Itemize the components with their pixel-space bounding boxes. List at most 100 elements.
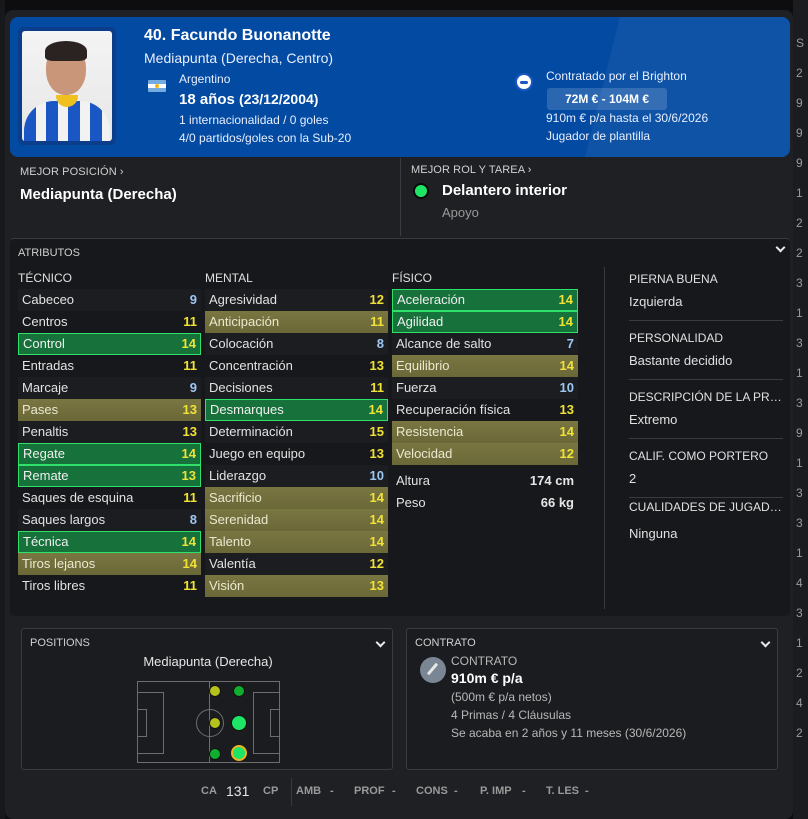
attribute-row-technical[interactable]: Técnica 14 bbox=[18, 531, 201, 553]
argentina-flag-icon[interactable] bbox=[148, 80, 166, 92]
attribute-name: Remate bbox=[23, 468, 69, 483]
attribute-row-mental[interactable]: Colocación 8 bbox=[205, 333, 388, 355]
role-suitability-icon bbox=[413, 183, 429, 199]
attribute-row-technical[interactable]: Regate 14 bbox=[18, 443, 201, 465]
age-value: 18 años bbox=[179, 91, 235, 108]
player-info-column: PIERNA BUENA Izquierda PERSONALIDAD Bastan… bbox=[604, 267, 786, 609]
attribute-row-physical[interactable]: Recuperación física 13 bbox=[392, 399, 578, 421]
attribute-row-technical[interactable]: Pases 13 bbox=[18, 399, 201, 421]
position-dot-mc[interactable] bbox=[209, 717, 221, 729]
position-dot-amc[interactable] bbox=[231, 715, 247, 731]
attribute-row-technical[interactable]: Penaltis 13 bbox=[18, 421, 201, 443]
background-list-number: 1 bbox=[796, 546, 803, 560]
background-list-number: 1 bbox=[796, 636, 803, 650]
attribute-row-technical[interactable]: Entradas 11 bbox=[18, 355, 201, 377]
position-dot-amr[interactable] bbox=[233, 685, 245, 697]
attribute-row-mental[interactable]: Visión 13 bbox=[205, 575, 388, 597]
attribute-row-mental[interactable]: Anticipación 11 bbox=[205, 311, 388, 333]
background-list-number: 2 bbox=[796, 246, 803, 260]
attribute-name: Penaltis bbox=[22, 424, 69, 439]
attribute-name: Serenidad bbox=[209, 512, 269, 527]
attribute-value: 13 bbox=[559, 402, 574, 417]
info-label: PERSONALIDAD bbox=[629, 331, 724, 345]
player-name: 40. Facundo Buonanotte bbox=[144, 27, 331, 44]
attribute-name: Aceleración bbox=[397, 292, 465, 307]
height-row: Altura 174 cm bbox=[392, 470, 578, 492]
mental-column: MENTAL Agresividad 12 Anticipación 11 Coloca… bbox=[205, 269, 388, 597]
attribute-value: 14 bbox=[182, 556, 197, 571]
attribute-name: Agilidad bbox=[397, 314, 444, 329]
info-value: Ninguna bbox=[629, 526, 678, 541]
attribute-name: Agresividad bbox=[209, 292, 277, 307]
attribute-row-mental[interactable]: Agresividad 12 bbox=[205, 289, 388, 311]
info-personality: PERSONALIDAD Bastante decidido bbox=[629, 331, 783, 368]
best-role-link[interactable]: MEJOR ROL Y TAREA › bbox=[411, 164, 532, 176]
attribute-row-physical[interactable]: Resistencia 14 bbox=[392, 421, 578, 443]
attribute-row-technical[interactable]: Remate 13 bbox=[18, 465, 201, 487]
tles-label: T. LES bbox=[546, 785, 580, 797]
chevron-down-icon[interactable] bbox=[376, 639, 386, 649]
attribute-name: Resistencia bbox=[396, 424, 464, 439]
background-list-number: 1 bbox=[796, 366, 803, 380]
attribute-value: 11 bbox=[183, 490, 197, 505]
attribute-row-technical[interactable]: Cabeceo 9 bbox=[18, 289, 201, 311]
attribute-value: 14 bbox=[559, 424, 574, 439]
attribute-value: 15 bbox=[369, 424, 384, 439]
edit-pencil-icon[interactable] bbox=[420, 657, 446, 683]
attribute-row-physical[interactable]: Equilibrio 14 bbox=[392, 355, 578, 377]
youth-caps: 4/0 partidos/goles con la Sub-20 bbox=[179, 131, 352, 145]
background-list-number: 3 bbox=[796, 606, 803, 620]
position-dot-mr[interactable] bbox=[209, 685, 221, 697]
attribute-row-technical[interactable]: Saques de esquina 11 bbox=[18, 487, 201, 509]
attribute-row-mental[interactable]: Liderazgo 10 bbox=[205, 465, 388, 487]
attribute-value: 13 bbox=[182, 424, 197, 439]
technical-header: TÉCNICO bbox=[18, 271, 72, 285]
footer-stats-bar: CA 131 CP AMB - PROF - CONS - P. IMP - T… bbox=[5, 775, 793, 809]
position-dot-aml-selected[interactable] bbox=[231, 745, 247, 761]
nationality[interactable]: Argentino bbox=[179, 72, 230, 86]
chevron-down-icon[interactable] bbox=[776, 244, 786, 254]
chevron-down-icon[interactable] bbox=[761, 639, 771, 649]
attribute-row-technical[interactable]: Tiros libres 11 bbox=[18, 575, 201, 597]
info-value: 2 bbox=[629, 471, 637, 486]
attributes-panel: ATRIBUTOS TÉCNICO Cabeceo 9 Centros 11 Contr… bbox=[10, 238, 790, 616]
attribute-row-mental[interactable]: Desmarques 14 bbox=[205, 399, 388, 421]
attribute-row-mental[interactable]: Concentración 13 bbox=[205, 355, 388, 377]
attribute-row-technical[interactable]: Tiros lejanos 14 bbox=[18, 553, 201, 575]
position-dot-ml[interactable] bbox=[209, 748, 221, 760]
attribute-row-technical[interactable]: Marcaje 9 bbox=[18, 377, 201, 399]
physical-column: FÍSICO Aceleración 14 Agilidad 14 Alcance de… bbox=[392, 269, 578, 514]
attribute-row-mental[interactable]: Decisiones 11 bbox=[205, 377, 388, 399]
attribute-value: 11 bbox=[183, 314, 197, 329]
attribute-value: 14 bbox=[369, 512, 384, 527]
attribute-row-mental[interactable]: Determinación 15 bbox=[205, 421, 388, 443]
attribute-row-technical[interactable]: Saques largos 8 bbox=[18, 509, 201, 531]
club-crest-icon[interactable] bbox=[515, 73, 533, 91]
attribute-row-technical[interactable]: Centros 11 bbox=[18, 311, 201, 333]
divider bbox=[629, 497, 783, 498]
attribute-row-technical[interactable]: Control 14 bbox=[18, 333, 201, 355]
attribute-row-physical[interactable]: Agilidad 14 bbox=[392, 311, 578, 333]
attribute-value: 14 bbox=[369, 490, 384, 505]
attribute-row-mental[interactable]: Juego en equipo 13 bbox=[205, 443, 388, 465]
international-caps: 1 internacionalidad / 0 goles bbox=[179, 113, 329, 127]
attribute-row-physical[interactable]: Alcance de salto 7 bbox=[392, 333, 578, 355]
background-list-number: 3 bbox=[796, 336, 803, 350]
attribute-name: Alcance de salto bbox=[396, 336, 492, 351]
attribute-row-mental[interactable]: Valentía 12 bbox=[205, 553, 388, 575]
background-list-number: 3 bbox=[796, 396, 803, 410]
player-photo-frame[interactable] bbox=[18, 27, 116, 145]
cp-label: CP bbox=[263, 785, 279, 797]
attribute-value: 13 bbox=[182, 402, 197, 417]
attributes-title: ATRIBUTOS bbox=[18, 247, 80, 259]
attribute-row-physical[interactable]: Fuerza 10 bbox=[392, 377, 578, 399]
attribute-row-physical[interactable]: Velocidad 12 bbox=[392, 443, 578, 465]
attribute-row-mental[interactable]: Talento 14 bbox=[205, 531, 388, 553]
player-photo bbox=[22, 31, 112, 141]
contracted-by[interactable]: Contratado por el Brighton bbox=[546, 69, 687, 83]
attribute-name: Visión bbox=[209, 578, 245, 593]
attribute-row-mental[interactable]: Serenidad 14 bbox=[205, 509, 388, 531]
attribute-row-physical[interactable]: Aceleración 14 bbox=[392, 289, 578, 311]
best-position-link[interactable]: MEJOR POSICIÓN › bbox=[20, 166, 124, 178]
attribute-row-mental[interactable]: Sacrificio 14 bbox=[205, 487, 388, 509]
